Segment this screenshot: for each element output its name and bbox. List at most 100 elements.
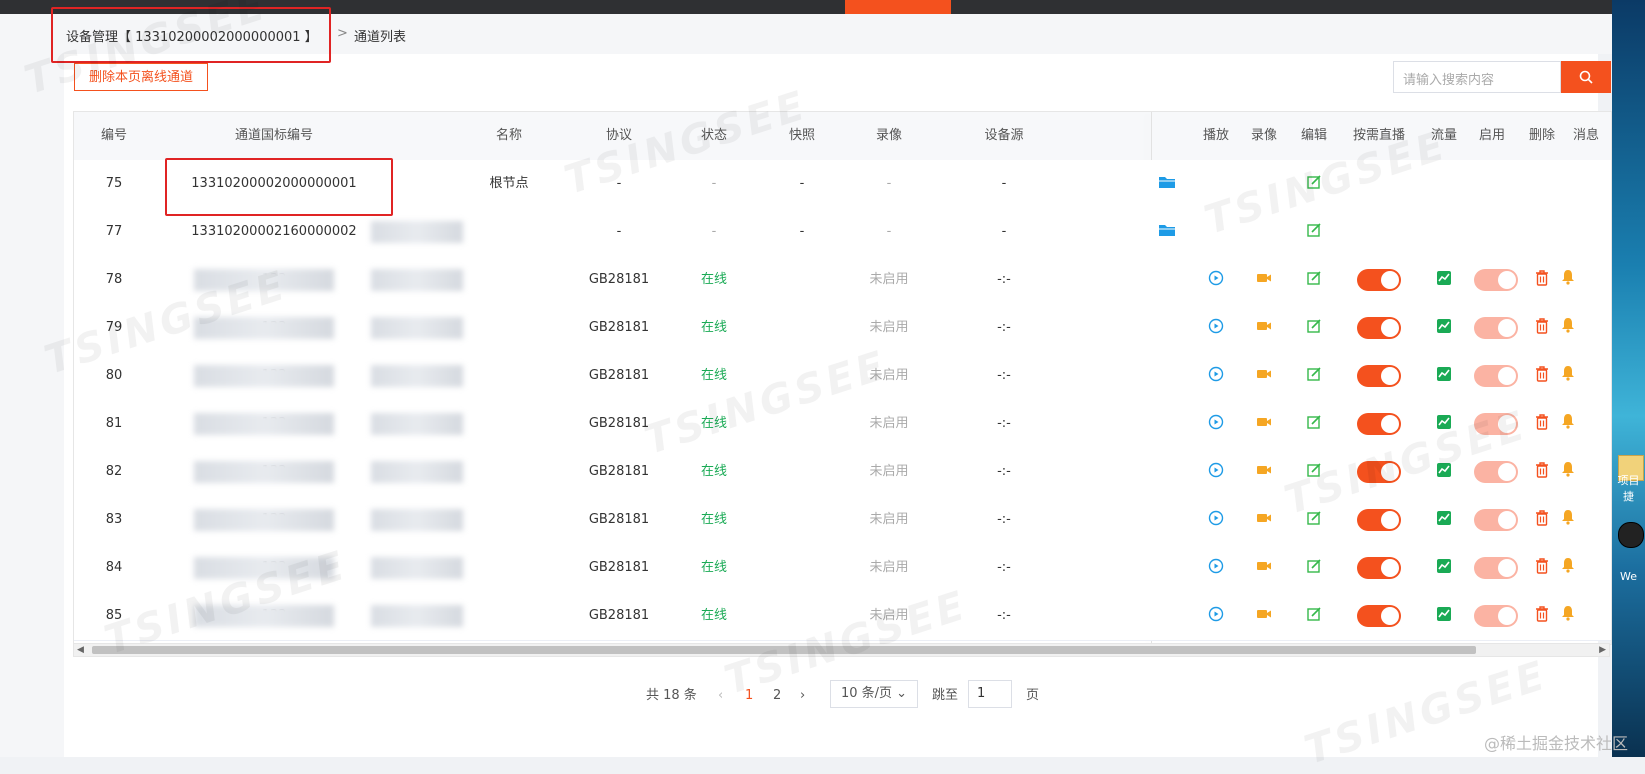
breadcrumb-separator: > — [337, 26, 348, 41]
toggle-knob — [1498, 367, 1516, 385]
flow-button[interactable] — [1434, 270, 1454, 290]
enable-toggle[interactable] — [1474, 557, 1518, 579]
delete-button[interactable] — [1532, 270, 1552, 290]
enable-toggle[interactable] — [1474, 461, 1518, 483]
cell-protocol: - — [616, 176, 622, 191]
message-bell-button[interactable] — [1558, 461, 1578, 481]
edit-button[interactable] — [1304, 366, 1324, 386]
flow-button[interactable] — [1434, 462, 1454, 482]
edit-button[interactable] — [1304, 510, 1324, 530]
edit-button[interactable] — [1304, 606, 1324, 626]
enable-toggle[interactable] — [1474, 269, 1518, 291]
record-button[interactable] — [1254, 318, 1274, 338]
flow-button[interactable] — [1434, 318, 1454, 338]
record-button[interactable] — [1254, 558, 1274, 578]
desktop-background — [1612, 0, 1645, 757]
search-button[interactable] — [1561, 61, 1611, 93]
cell-protocol: - — [616, 224, 622, 239]
page-1-button[interactable]: 1 — [745, 683, 753, 709]
message-bell-button[interactable] — [1558, 413, 1578, 433]
active-nav-tab[interactable] — [845, 0, 951, 14]
play-button[interactable] — [1206, 270, 1226, 290]
flow-button[interactable] — [1434, 366, 1454, 386]
edit-button[interactable] — [1304, 270, 1324, 290]
flow-button[interactable] — [1434, 414, 1454, 434]
delete-button[interactable] — [1532, 414, 1552, 434]
on-demand-toggle[interactable] — [1357, 509, 1401, 531]
play-button[interactable] — [1206, 462, 1226, 482]
edit-icon — [1306, 270, 1322, 290]
record-button[interactable] — [1254, 270, 1274, 290]
cell-device-source: -:- — [997, 416, 1011, 431]
on-demand-toggle[interactable] — [1357, 557, 1401, 579]
enable-toggle[interactable] — [1474, 317, 1518, 339]
play-button[interactable] — [1206, 510, 1226, 530]
scrollbar-thumb[interactable] — [92, 646, 1476, 654]
on-demand-toggle[interactable] — [1357, 461, 1401, 483]
next-page-button[interactable]: › — [800, 683, 805, 709]
message-bell-button[interactable] — [1558, 365, 1578, 385]
cell-status: 在线 — [700, 512, 727, 527]
desktop-label-project: 项目 — [1617, 474, 1640, 487]
delete-button[interactable] — [1532, 462, 1552, 482]
scroll-left-icon[interactable]: ◀ — [77, 644, 84, 656]
record-button[interactable] — [1254, 414, 1274, 434]
edit-button[interactable] — [1304, 222, 1324, 242]
edit-button[interactable] — [1304, 414, 1324, 434]
cell-id: 78 — [105, 272, 123, 287]
record-button[interactable] — [1254, 462, 1274, 482]
delete-button[interactable] — [1532, 366, 1552, 386]
on-demand-toggle[interactable] — [1357, 605, 1401, 627]
redacted-name — [371, 461, 463, 483]
scroll-right-icon[interactable]: ▶ — [1599, 644, 1606, 656]
play-icon — [1208, 510, 1224, 530]
enable-toggle[interactable] — [1474, 365, 1518, 387]
cell-id: 83 — [105, 512, 123, 527]
edit-button[interactable] — [1304, 558, 1324, 578]
message-bell-button[interactable] — [1558, 605, 1578, 625]
record-button[interactable] — [1254, 606, 1274, 626]
play-button[interactable] — [1206, 414, 1226, 434]
on-demand-toggle[interactable] — [1357, 365, 1401, 387]
on-demand-toggle[interactable] — [1357, 317, 1401, 339]
desktop-app-icon[interactable] — [1618, 522, 1644, 548]
cell-device-source: - — [1001, 176, 1007, 191]
delete-button[interactable] — [1532, 318, 1552, 338]
edit-button[interactable] — [1304, 174, 1324, 194]
flow-button[interactable] — [1434, 510, 1454, 530]
open-folder-button[interactable] — [1157, 174, 1177, 194]
message-bell-button[interactable] — [1558, 557, 1578, 577]
on-demand-toggle[interactable] — [1357, 413, 1401, 435]
edit-button[interactable] — [1304, 318, 1324, 338]
play-button[interactable] — [1206, 318, 1226, 338]
prev-page-button[interactable]: ‹ — [718, 683, 723, 709]
play-button[interactable] — [1206, 366, 1226, 386]
edit-button[interactable] — [1304, 462, 1324, 482]
cell-record: 未启用 — [869, 416, 909, 431]
record-button[interactable] — [1254, 510, 1274, 530]
delete-button[interactable] — [1532, 606, 1552, 626]
open-folder-button[interactable] — [1157, 222, 1177, 242]
message-bell-button[interactable] — [1558, 269, 1578, 289]
play-button[interactable] — [1206, 558, 1226, 578]
message-bell-button[interactable] — [1558, 317, 1578, 337]
on-demand-toggle[interactable] — [1357, 269, 1401, 291]
enable-toggle[interactable] — [1474, 605, 1518, 627]
flow-button[interactable] — [1434, 558, 1454, 578]
jump-page-input[interactable]: 1 — [968, 680, 1012, 708]
record-button[interactable] — [1254, 366, 1274, 386]
play-button[interactable] — [1206, 606, 1226, 626]
horizontal-scrollbar[interactable]: ◀ ▶ — [73, 643, 1610, 657]
enable-toggle[interactable] — [1474, 413, 1518, 435]
cell-id: 82 — [105, 464, 123, 479]
message-bell-button[interactable] — [1558, 509, 1578, 529]
page-2-button[interactable]: 2 — [773, 683, 781, 709]
flow-button[interactable] — [1434, 606, 1454, 626]
page-size-select[interactable]: 10 条/页 ⌄ — [830, 680, 918, 708]
delete-button[interactable] — [1532, 510, 1552, 530]
delete-button[interactable] — [1532, 558, 1552, 578]
redacted-gb-id — [194, 605, 334, 627]
enable-toggle[interactable] — [1474, 509, 1518, 531]
delete-offline-channels-button[interactable]: 删除本页离线通道 — [74, 63, 208, 91]
search-input[interactable]: 请输入搜索内容 — [1393, 61, 1561, 93]
